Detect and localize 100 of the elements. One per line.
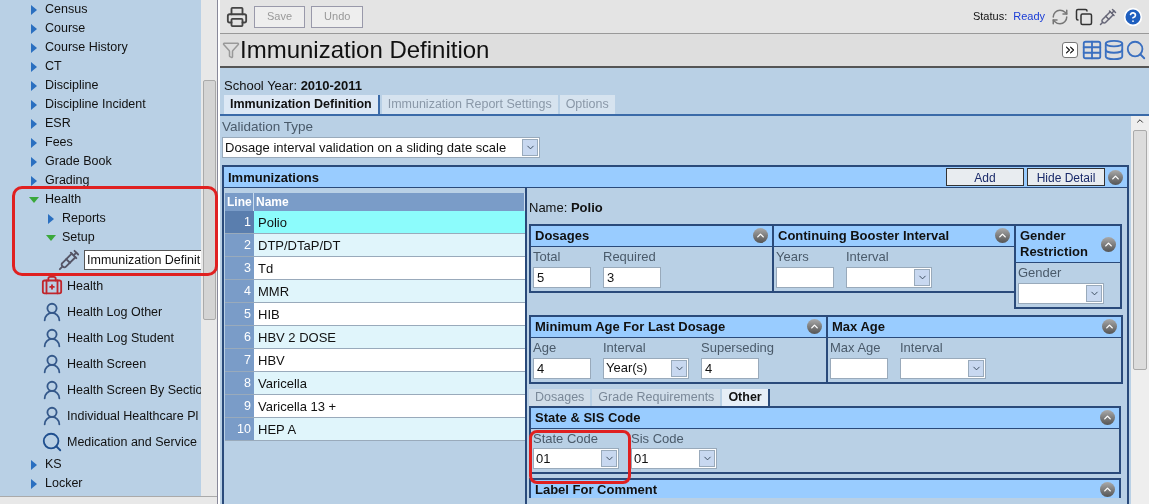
table-cell-text: Polio	[257, 213, 287, 232]
dropdown[interactable]	[900, 357, 986, 379]
collapse-icon[interactable]	[1102, 319, 1117, 335]
dropdown[interactable]	[846, 266, 932, 288]
line-number: 2	[225, 234, 254, 257]
section-title: Minimum Age For Last Dosage	[535, 318, 726, 335]
scrollbar[interactable]	[1131, 116, 1149, 504]
panel-button[interactable]: Add	[946, 168, 1024, 187]
tree-item[interactable]: Health Log Other	[67, 302, 163, 322]
input-field[interactable]	[830, 357, 888, 379]
tree-item[interactable]: Medication and Service	[67, 432, 197, 452]
tree-item[interactable]: Health Screen	[67, 354, 147, 374]
tree-item[interactable]: Grading	[45, 171, 90, 190]
table-cell-text: MMR	[257, 282, 290, 301]
print-icon[interactable]	[226, 5, 248, 28]
table-row[interactable]: 9 Varicella 13 +	[225, 395, 525, 419]
tree-item[interactable]: Discipline	[45, 76, 99, 95]
section-title: Dosages	[535, 227, 590, 244]
section-title: Gender Restriction	[1020, 227, 1089, 261]
tree-item[interactable]: Setup	[62, 228, 95, 247]
panel-title: Immunizations	[228, 168, 320, 187]
table-row[interactable]: 4 MMR	[225, 280, 525, 304]
input-field[interactable]: 3	[603, 266, 661, 288]
tree-item[interactable]: CT	[45, 57, 62, 76]
table-cell-text: Td	[257, 259, 274, 278]
refresh-icon[interactable]	[1051, 7, 1069, 26]
line-number: 3	[225, 257, 254, 280]
collapse-icon[interactable]	[1108, 169, 1123, 185]
table-row[interactable]: 7 HBV	[225, 349, 525, 373]
field-label: Age	[533, 339, 558, 357]
tab[interactable]: Other	[722, 388, 770, 406]
tree-item[interactable]: Fees	[45, 133, 73, 152]
section-title: Max Age	[832, 318, 885, 335]
tree-item[interactable]: Course History	[45, 38, 128, 57]
tree-item[interactable]: Health	[67, 276, 104, 296]
field-label: Interval	[900, 339, 944, 357]
tree-item[interactable]: ESR	[45, 114, 71, 133]
input-field[interactable]	[776, 266, 834, 288]
collapse-icon[interactable]	[807, 319, 822, 335]
input-field[interactable]: 4	[701, 357, 759, 379]
tree-item[interactable]: Health	[45, 190, 82, 209]
expand-icon[interactable]	[1062, 42, 1078, 58]
tree-item[interactable]: Census	[45, 0, 88, 19]
scrollbar[interactable]	[201, 0, 217, 496]
panel-button[interactable]: Hide Detail	[1027, 168, 1105, 187]
table-row[interactable]: 6 HBV 2 DOSE	[225, 326, 525, 350]
collapse-icon[interactable]	[1101, 236, 1116, 252]
section-title: Continuing Booster Interval	[778, 227, 950, 244]
section-title: State & SIS Code	[535, 409, 641, 426]
table-row[interactable]: 10 HEP A	[225, 418, 525, 442]
windows-icon[interactable]	[1075, 7, 1093, 26]
section-title: Label For Comment	[535, 480, 658, 499]
table-row[interactable]: 1 Polio	[225, 211, 525, 235]
dropdown[interactable]	[1018, 282, 1104, 304]
field-label: Interval	[846, 248, 890, 266]
table-cell-text: HEP A	[257, 420, 297, 439]
dropdown[interactable]: 01	[533, 448, 619, 470]
tree-item[interactable]: Individual Healthcare Pl	[67, 406, 199, 426]
line-number: 7	[225, 349, 254, 372]
help-icon[interactable]	[1123, 6, 1143, 27]
table-cell-text: HBV 2 DOSE	[257, 328, 337, 347]
table-cell-text: HBV	[257, 351, 285, 370]
database-icon[interactable]	[1103, 39, 1125, 61]
collapse-icon[interactable]	[1100, 410, 1115, 426]
line-number: 5	[225, 303, 254, 326]
tree-item[interactable]: Discipline Incident	[45, 95, 146, 114]
table-row[interactable]: 3 Td	[225, 257, 525, 281]
search-icon[interactable]	[1125, 39, 1147, 61]
filter-icon[interactable]	[222, 41, 240, 59]
scroll-up-icon[interactable]	[1135, 116, 1145, 126]
status-label: Status:	[972, 9, 1008, 25]
collapse-icon[interactable]	[753, 228, 768, 244]
collapse-icon[interactable]	[1100, 481, 1115, 497]
table-cell-text: Varicella	[257, 374, 307, 393]
syringe-icon[interactable]	[1099, 7, 1117, 26]
input-field[interactable]: 5	[533, 266, 591, 288]
tree-item[interactable]: Grade Book	[45, 152, 112, 171]
horizontal-scrollbar[interactable]	[0, 496, 217, 504]
tree-item[interactable]: Reports	[62, 209, 106, 228]
tree-item[interactable]: Health Log Student	[67, 328, 175, 348]
input-field[interactable]: 4	[533, 357, 591, 379]
tree-item[interactable]: KS	[45, 455, 62, 474]
dropdown[interactable]: 01	[631, 448, 717, 470]
table-cell-text: HIB	[257, 305, 280, 324]
status-value: Ready	[1013, 9, 1045, 25]
detail-name: Name: Polio	[529, 199, 604, 218]
tree-item[interactable]: Course	[45, 19, 86, 38]
dropdown[interactable]: Year(s)	[603, 357, 689, 379]
dropdown[interactable]: Dosage interval validation on a sliding date scale	[222, 137, 540, 159]
tree-item[interactable]: Locker	[45, 474, 83, 493]
table-row[interactable]: 2 DTP/DTaP/DT	[225, 234, 525, 258]
tab[interactable]: Immunization Definition	[224, 95, 380, 114]
table-row[interactable]: 5 HIB	[225, 303, 525, 327]
table-cell-text: Varicella 13 +	[257, 397, 337, 416]
collapse-icon[interactable]	[995, 228, 1010, 244]
magnifier-icon	[41, 431, 63, 453]
nurse-icon	[41, 301, 63, 323]
page-title: Immunization Definition	[240, 38, 490, 62]
school-year: School Year: 2010-2011	[224, 78, 363, 93]
table-row[interactable]: 8 Varicella	[225, 372, 525, 396]
